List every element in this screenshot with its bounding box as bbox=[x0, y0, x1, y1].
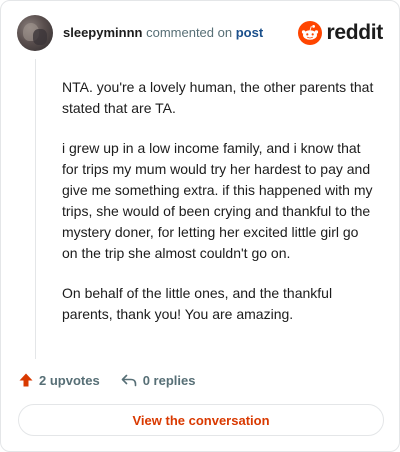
upvote-button[interactable]: 2 upvotes bbox=[18, 372, 100, 388]
brand-name: reddit bbox=[326, 21, 383, 44]
comment-embed-card: sleepyminnn commented on post reddit NTA… bbox=[0, 0, 400, 452]
comment-body: NTA. you're a lovely human, the other pa… bbox=[62, 77, 374, 344]
byline: sleepyminnn commented on post bbox=[63, 25, 263, 41]
replies-button[interactable]: 0 replies bbox=[120, 372, 196, 388]
upvote-arrow-icon bbox=[19, 373, 33, 387]
upvotes-count: 2 upvotes bbox=[39, 372, 100, 388]
username[interactable]: sleepyminnn bbox=[63, 25, 142, 40]
reply-arrow-icon bbox=[121, 374, 136, 387]
reddit-snoo-icon bbox=[298, 21, 323, 45]
action-text: commented on bbox=[146, 25, 233, 40]
thread-line bbox=[35, 59, 36, 359]
replies-count: 0 replies bbox=[142, 372, 196, 388]
avatar[interactable] bbox=[17, 15, 53, 51]
comment-paragraph: On behalf of the little ones, and the th… bbox=[62, 285, 333, 322]
comment-actions: 2 upvotes 0 replies bbox=[18, 369, 215, 391]
post-link[interactable]: post bbox=[236, 25, 263, 40]
view-conversation-label: View the conversation bbox=[132, 412, 270, 428]
reddit-logo[interactable]: reddit bbox=[298, 21, 383, 45]
comment-paragraph: NTA. you're a lovely human, the other pa… bbox=[62, 79, 374, 116]
view-conversation-button[interactable]: View the conversation bbox=[18, 404, 384, 436]
comment-paragraph: i grew up in a low income family, and i … bbox=[62, 140, 373, 261]
